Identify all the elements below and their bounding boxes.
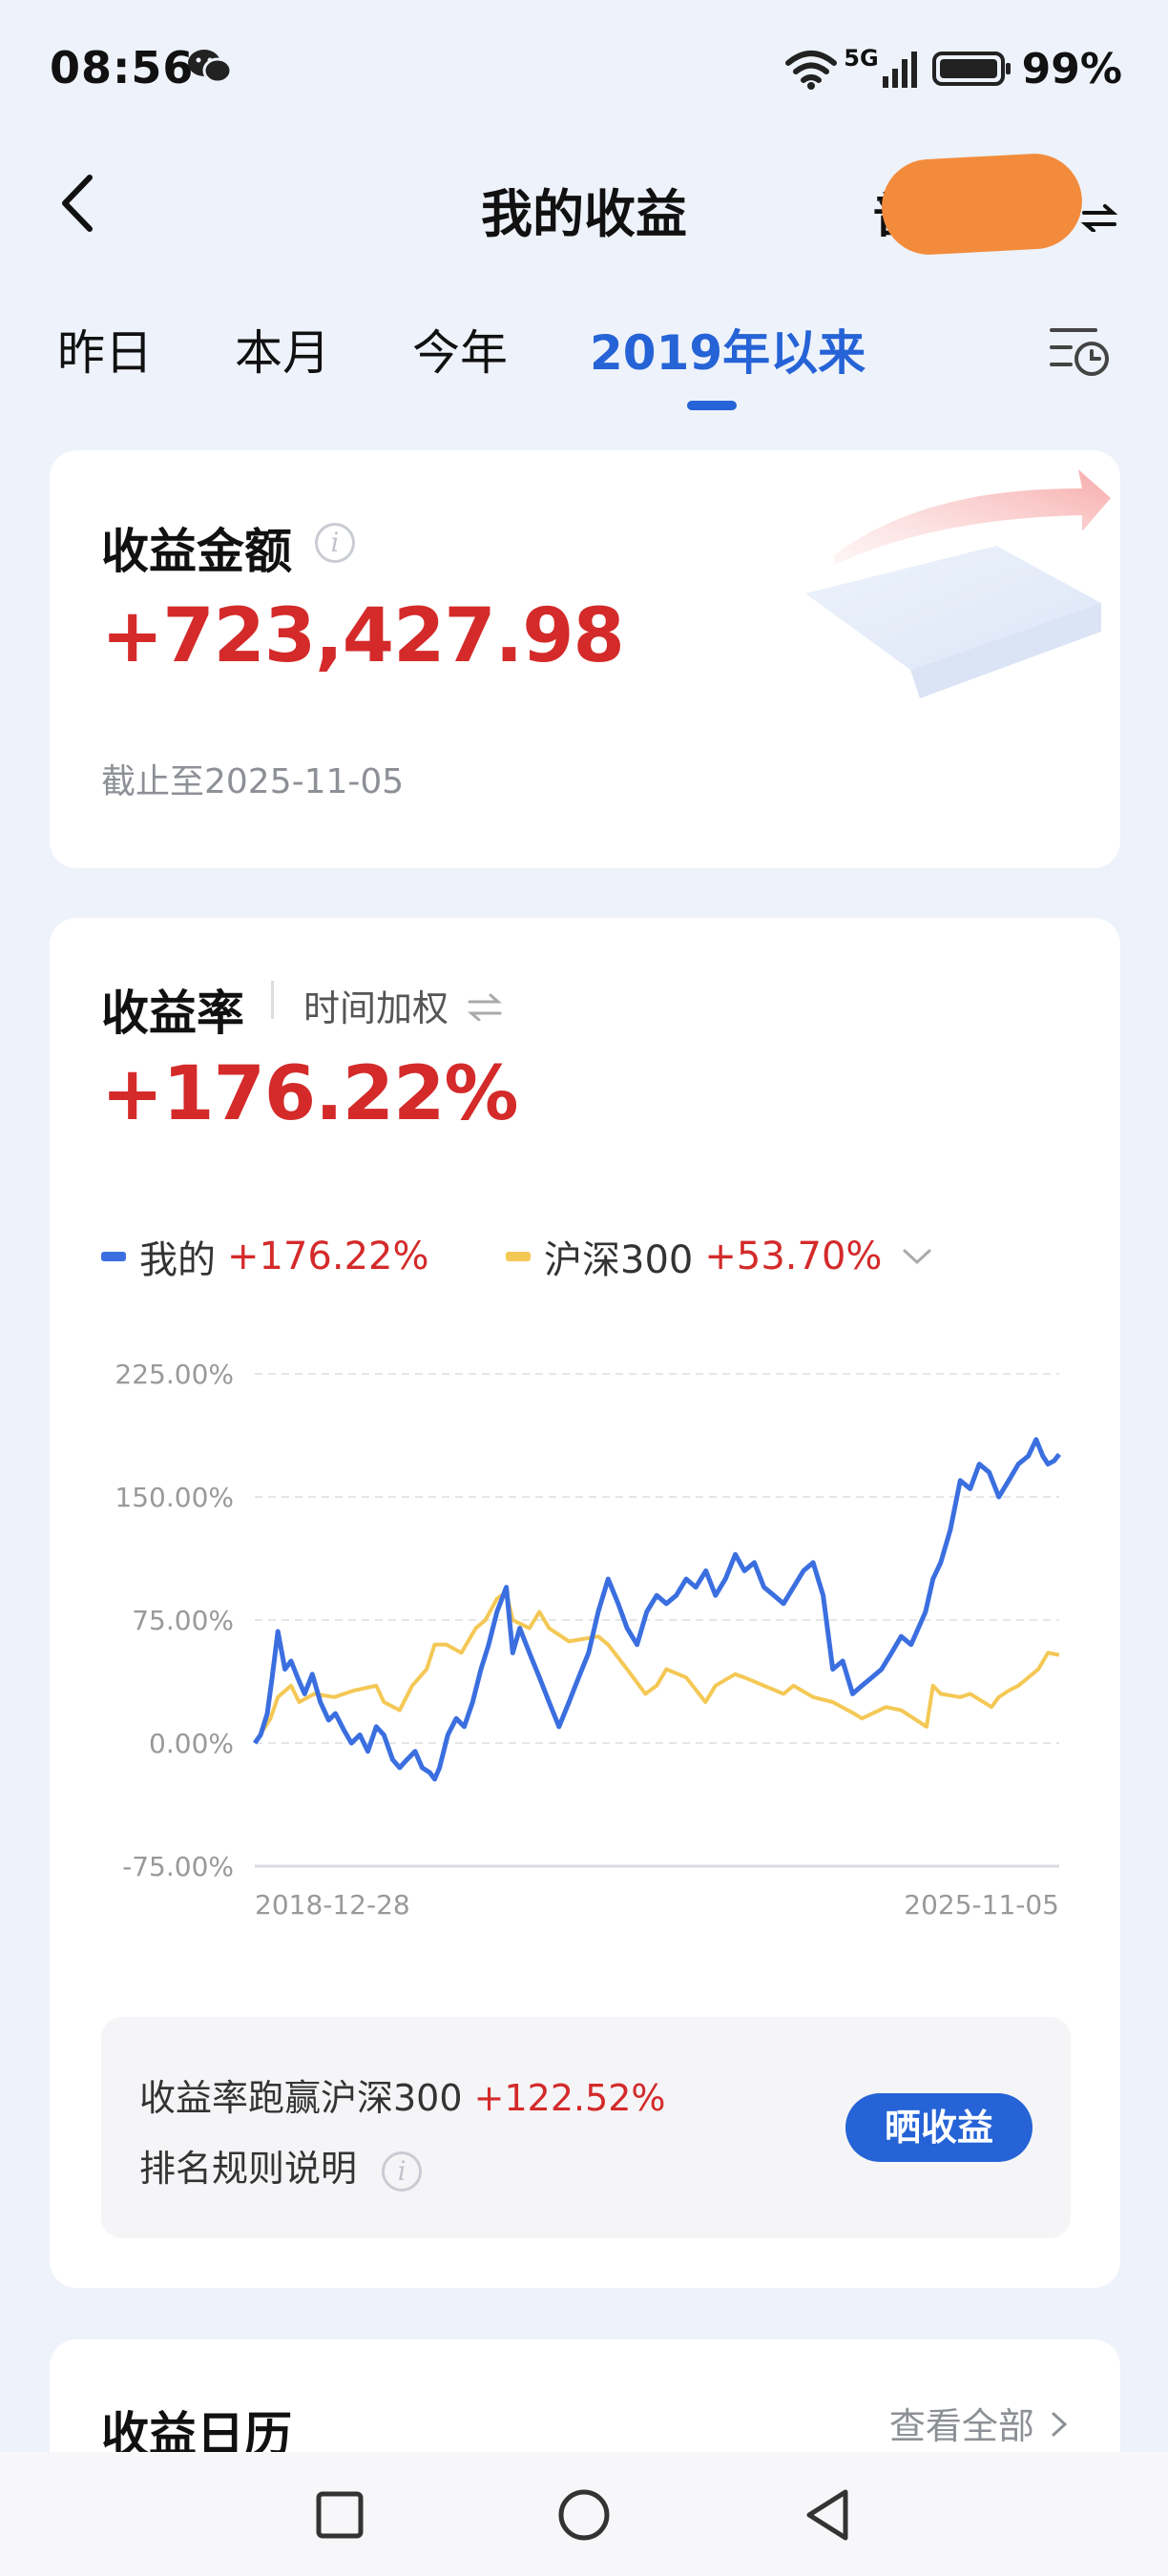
back-nav-icon[interactable] (800, 2486, 857, 2544)
outperform-box: 收益率跑赢沪深300 +122.52% 排名规则说明 i 晒收益 (101, 2017, 1071, 2238)
history-filter-icon[interactable] (1046, 315, 1115, 384)
tab-since-2019[interactable]: 2019年以来 (590, 315, 866, 384)
earnings-card: 收益金额 i +723,427.98 截止至2025-11-05 (50, 450, 1120, 868)
outperform-label: 收益率跑赢沪深300 (139, 2077, 463, 2119)
tab-this-month[interactable]: 本月 (235, 315, 330, 384)
x-tick-label: 2018-12-28 (255, 1889, 410, 1921)
ranking-rule-link[interactable]: 排名规则说明 i (139, 2139, 423, 2192)
legend-benchmark-label: 沪深300 (544, 1238, 694, 1282)
wechat-icon (188, 50, 233, 84)
rate-title: 收益率 (101, 986, 244, 1041)
see-all-label: 查看全部 (888, 2405, 1034, 2447)
see-all-link[interactable]: 查看全部 (889, 2397, 1069, 2449)
rate-method-label: 时间加权 (303, 987, 449, 1029)
chevron-right-icon (1052, 2412, 1068, 2437)
legend-mine-swatch (101, 1252, 126, 1261)
y-tick-label: 225.00% (115, 1359, 234, 1390)
chevron-down-icon (903, 1249, 931, 1265)
series-line-mine (252, 1437, 1061, 1782)
ranking-rule-label: 排名规则说明 (139, 2148, 358, 2190)
legend-mine: 我的 +176.22% (101, 1229, 428, 1284)
redaction-mark (879, 151, 1085, 258)
tab-yesterday[interactable]: 昨日 (57, 315, 153, 384)
network-type: 5G (844, 45, 879, 72)
ranking-info-icon[interactable]: i (382, 2150, 423, 2192)
x-tick-label: 2025-11-05 (904, 1889, 1059, 1921)
share-earnings-button[interactable]: 晒收益 (845, 2093, 1032, 2162)
rate-value: +176.22% (101, 1051, 519, 1137)
return-rate-card: 收益率 时间加权 +176.22% 我的 +176.22% 沪深300 +53.… (50, 918, 1120, 2288)
tab-active-indicator (687, 401, 737, 410)
series-line-benchmark (253, 1589, 1060, 1745)
legend-benchmark[interactable]: 沪深300 +53.70% (506, 1229, 933, 1284)
y-tick-label: 75.00% (132, 1605, 234, 1636)
period-tabs: 昨日 本月 今年 2019年以来 (0, 315, 1168, 420)
tab-this-year[interactable]: 今年 (412, 315, 508, 384)
y-tick-label: 150.00% (115, 1482, 234, 1513)
status-bar: 08:56 5G 99% (0, 0, 1168, 134)
battery-icon (931, 52, 1011, 86)
signal-icon (882, 52, 917, 88)
y-tick-label: 0.00% (149, 1728, 234, 1759)
growth-decoration-icon (805, 469, 1111, 698)
earnings-date: 截止至2025-11-05 (101, 762, 405, 801)
swap-icon (1080, 204, 1118, 233)
legend-mine-label: 我的 (139, 1238, 216, 1282)
status-indicators: 5G 99% (784, 42, 1122, 95)
switch-icon (468, 993, 503, 1022)
earnings-title: 收益金额 (101, 524, 292, 579)
wifi-icon (785, 51, 838, 90)
y-tick-label: -75.00% (122, 1851, 234, 1882)
rate-method-toggle[interactable]: 时间加权 (303, 979, 504, 1031)
home-icon[interactable] (555, 2486, 613, 2544)
return-rate-chart: 225.00% 150.00% 75.00% 0.00% -75.00% 2018-12… (115, 1359, 1061, 1921)
legend-benchmark-value: +53.70% (704, 1235, 883, 1278)
title-divider (271, 981, 274, 1019)
recent-apps-icon[interactable] (311, 2486, 368, 2544)
legend-benchmark-swatch (506, 1252, 531, 1261)
outperform-value: +122.52% (473, 2077, 666, 2119)
status-time: 08:56 (50, 42, 195, 93)
battery-percent: 99% (1021, 44, 1122, 93)
earnings-info-icon[interactable]: i (315, 523, 355, 563)
earnings-amount: +723,427.98 (101, 593, 625, 679)
system-nav-bar (0, 2452, 1168, 2576)
outperform-text: 收益率跑赢沪深300 +122.52% (139, 2068, 666, 2121)
legend-mine-value: +176.22% (227, 1235, 429, 1278)
